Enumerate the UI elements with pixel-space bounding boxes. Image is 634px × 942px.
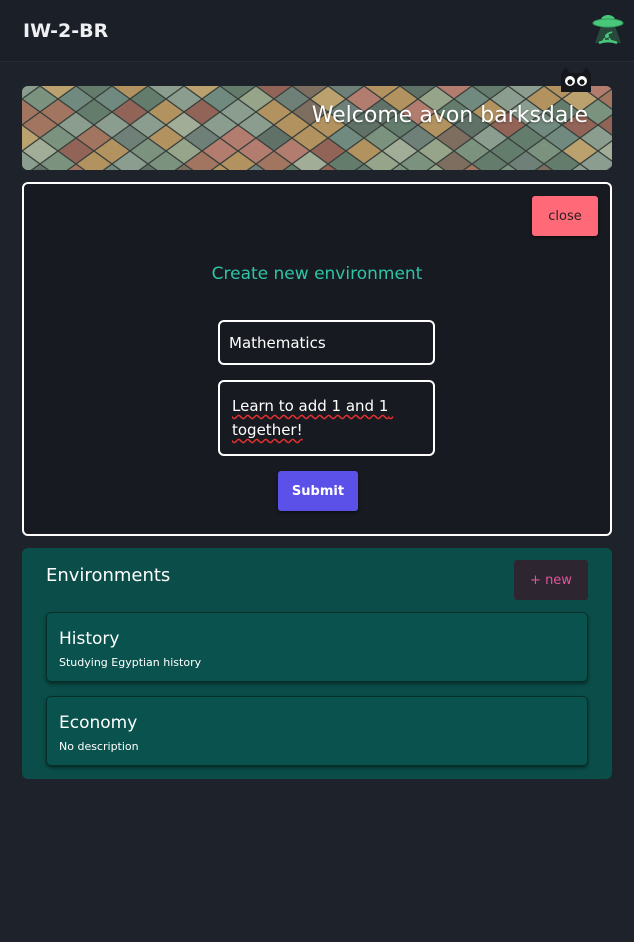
environment-description: Studying Egyptian history bbox=[59, 656, 202, 669]
environment-description-input[interactable]: Learn to add 1 and 1 together! bbox=[218, 380, 435, 456]
environment-description: No description bbox=[59, 740, 139, 753]
environments-title: Environments bbox=[46, 565, 171, 586]
welcome-text: Welcome avon barksdale bbox=[311, 103, 588, 128]
environment-name: History bbox=[59, 629, 120, 649]
banner-pattern-image bbox=[22, 86, 612, 170]
environment-card[interactable]: History Studying Egyptian history bbox=[46, 612, 588, 682]
environments-panel: Environments + new History Studying Egyp… bbox=[22, 548, 612, 779]
environment-name: Economy bbox=[59, 713, 138, 733]
app-title: IW-2-BR bbox=[23, 20, 109, 42]
submit-button[interactable]: Submit bbox=[278, 471, 358, 511]
top-bar: IW-2-BR bbox=[0, 0, 634, 62]
close-button[interactable]: close bbox=[532, 196, 598, 236]
create-environment-panel: close Create new environment Learn to ad… bbox=[22, 182, 612, 536]
cat-icon bbox=[561, 67, 591, 92]
welcome-banner: Welcome avon barksdale bbox=[22, 86, 612, 170]
ufo-icon[interactable] bbox=[590, 12, 626, 46]
create-form-title: Create new environment bbox=[211, 264, 423, 284]
environment-name-input[interactable] bbox=[218, 320, 435, 365]
new-environment-button[interactable]: + new bbox=[514, 560, 588, 600]
environment-card[interactable]: Economy No description bbox=[46, 696, 588, 766]
